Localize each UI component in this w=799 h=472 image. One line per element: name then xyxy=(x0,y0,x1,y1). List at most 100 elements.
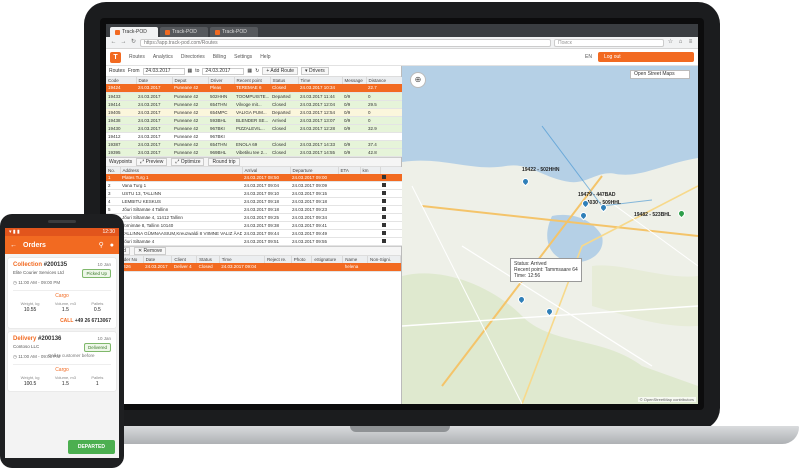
drivers-button[interactable]: ▾ Drivers xyxy=(301,67,329,75)
add-route-button[interactable]: + Add Route xyxy=(262,67,299,75)
remove-order-button[interactable]: ✕ Remove xyxy=(133,247,167,255)
forward-arrow-icon[interactable]: → xyxy=(120,39,127,46)
logout-button[interactable]: Log out xyxy=(598,52,694,62)
reload-icon[interactable]: ↻ xyxy=(130,39,137,46)
column-header[interactable]: Name xyxy=(342,256,368,263)
column-header[interactable]: Status xyxy=(196,256,220,263)
waypoint-row[interactable]: 7Tornimäe 8, Tallinn 1014024.03.2017 09:… xyxy=(106,221,402,230)
more-icon[interactable]: ● xyxy=(110,242,114,249)
waypoint-row[interactable]: 6Jõuri Siltamäe 4, 11412 Tallinn24.03.20… xyxy=(106,213,402,222)
map-attribution[interactable]: © OpenStreetMap contributors xyxy=(637,397,696,402)
nav-analytics[interactable]: Analytics xyxy=(153,54,173,60)
column-header[interactable]: Recent point xyxy=(234,77,271,84)
column-header[interactable]: Time xyxy=(298,77,343,84)
row-checkbox[interactable] xyxy=(380,213,402,222)
checkbox-icon[interactable] xyxy=(382,174,386,179)
waypoint-row[interactable]: 3 USTU 13, TALLINN 24.03.2017 09:10 24.03.2… xyxy=(106,189,402,198)
column-header[interactable]: Status xyxy=(270,77,299,84)
back-arrow-icon[interactable]: ← xyxy=(110,39,117,46)
column-header[interactable]: Non-Signi. xyxy=(367,256,402,263)
row-checkbox[interactable] xyxy=(380,181,402,190)
browser-tab[interactable]: Track-POD xyxy=(160,27,208,37)
column-header[interactable]: No. xyxy=(106,166,121,174)
calendar-icon[interactable]: ▦ xyxy=(188,68,193,74)
checkbox-icon[interactable] xyxy=(382,239,386,243)
table-row[interactable]: 19424 24.03.2017 Puneane 42 Pleas TEREMAE 6C… xyxy=(106,84,402,93)
map-layer-select[interactable]: Open Street Maps xyxy=(630,70,690,79)
column-header[interactable]: km xyxy=(360,166,381,174)
column-header[interactable]: Depot xyxy=(172,77,209,84)
waypoint-row[interactable]: 2 Vana Turg 1 24.03.2017 09:04 24.03.2017 0… xyxy=(106,181,402,190)
row-checkbox[interactable] xyxy=(380,205,402,214)
url-field[interactable]: https://app.track-pod.com/Routes xyxy=(140,38,551,47)
column-header[interactable]: ETA xyxy=(338,166,361,174)
back-arrow-icon[interactable]: ← xyxy=(10,242,17,249)
column-header[interactable]: Date xyxy=(143,256,173,263)
order-card[interactable]: Delivery #200136 10 Jan Contoso LLC Deli… xyxy=(8,332,116,391)
row-checkbox[interactable] xyxy=(380,237,402,246)
row-checkbox[interactable] xyxy=(380,173,402,182)
to-date-field[interactable]: 24.03.2017 xyxy=(202,67,245,75)
nav-directories[interactable]: Directories xyxy=(181,54,205,60)
browser-tab[interactable]: Track-POD xyxy=(210,27,258,37)
round-trip-button[interactable]: Round trip xyxy=(208,157,240,166)
nav-help[interactable]: Help xyxy=(260,54,270,60)
browser-search-field[interactable]: Поиск xyxy=(554,38,664,47)
table-row[interactable]: 19395 24.03.2017 Puneane 42 969BHL Vibetiku … xyxy=(106,148,402,157)
column-header[interactable]: eSignature xyxy=(311,256,344,263)
trackpod-logo[interactable]: T xyxy=(110,51,121,63)
column-header[interactable]: Photo xyxy=(291,256,313,263)
calendar-icon[interactable]: ▦ xyxy=(247,68,252,74)
order-row[interactable]: 19426 24.03.2017 Deliver 4 Closed 24.03.2017… xyxy=(106,263,401,272)
waypoint-row[interactable]: 1 Plates Turg 1 24.03.2017 08:50 24.03.2017… xyxy=(106,173,402,182)
call-button[interactable]: CALL +49 26 6713067 xyxy=(13,318,111,324)
checkbox-icon[interactable] xyxy=(382,183,386,187)
refresh-icon[interactable]: ↻ xyxy=(255,68,259,74)
column-header[interactable]: Arrival xyxy=(242,166,291,174)
table-row[interactable]: 19414 24.03.2017 Puneane 42 654THN Vilvoge m… xyxy=(106,100,402,109)
home-icon[interactable]: ⌂ xyxy=(677,39,684,46)
table-row[interactable]: 19433 24.03.2017 Puneane 42 502HHN TOOMPUIST… xyxy=(106,92,402,101)
checkbox-icon[interactable] xyxy=(382,223,386,227)
departed-button[interactable]: DEPARTED xyxy=(67,440,115,454)
checkbox-icon[interactable] xyxy=(382,199,386,203)
checkbox-icon[interactable] xyxy=(382,215,386,219)
column-header[interactable]: Departure xyxy=(290,166,339,174)
row-checkbox[interactable] xyxy=(380,221,402,230)
optimize-button[interactable]: ⤢ Optimize xyxy=(171,157,205,166)
checkbox-icon[interactable] xyxy=(382,191,386,195)
nav-settings[interactable]: Settings xyxy=(234,54,252,60)
checkbox-icon[interactable] xyxy=(382,231,386,235)
filter-icon[interactable]: ⚲ xyxy=(99,241,104,249)
column-header[interactable]: Client xyxy=(171,256,198,263)
column-header[interactable]: Address xyxy=(120,166,243,174)
waypoint-row[interactable]: 4 LEMBITU KESKUS 24.03.2017 09:18 24.03.201… xyxy=(106,197,402,206)
table-row[interactable]: 19405 24.03.2017 Puneane 42 654MPC VALIGA PU… xyxy=(106,108,402,117)
column-header[interactable]: Code xyxy=(106,77,137,84)
row-checkbox[interactable] xyxy=(380,197,402,206)
column-header[interactable]: Message xyxy=(342,77,367,84)
column-header[interactable]: Time xyxy=(219,256,266,263)
waypoint-row[interactable]: 9Jõuri Siltamäe 424.03.2017 09:5124.03.2… xyxy=(106,237,402,246)
table-row[interactable]: 19438 24.03.2017 Puneane 42 593BHL BLENDER S… xyxy=(106,116,402,125)
map-zoom-control[interactable]: ⊕ xyxy=(410,72,426,88)
language-selector[interactable]: EN xyxy=(585,54,592,60)
nav-routes[interactable]: Routes xyxy=(129,54,145,60)
table-row[interactable]: 19430 24.03.2017 Puneane 42 967BKI PIZZALEVI… xyxy=(106,124,402,133)
column-header[interactable]: Date xyxy=(136,77,173,84)
table-row[interactable]: 19387 24.03.2017 Puneane 42 654THN ENOLA 69 C… xyxy=(106,140,402,149)
preview-button[interactable]: ⤢ Preview xyxy=(136,157,168,166)
order-card[interactable]: Collection #200135 10 Jan Elite Courier … xyxy=(8,258,116,328)
browser-tab[interactable]: Track-POD xyxy=(110,27,158,37)
column-header[interactable]: Distance xyxy=(366,77,403,84)
table-row[interactable]: 19412 24.03.2017 Puneane 42 967BKI xyxy=(106,132,402,141)
column-header[interactable]: Driver xyxy=(208,77,235,84)
row-checkbox[interactable] xyxy=(380,229,402,238)
nav-billing[interactable]: Billing xyxy=(213,54,226,60)
waypoint-row[interactable]: 8TALLINNA GÜMNAASIUM,Kreuzwaldi 8 VIIMNE… xyxy=(106,229,402,238)
waypoint-row[interactable]: 5 Jõuri Siltamäe 4 Tallinn 24.03.2017 09:1… xyxy=(106,205,402,214)
checkbox-icon[interactable] xyxy=(382,207,386,211)
menu-icon[interactable]: ≡ xyxy=(687,39,694,46)
row-checkbox[interactable] xyxy=(380,189,402,198)
route-map[interactable]: ⊕ Open Street Maps 19422 - 502HHN 19479 … xyxy=(402,66,698,404)
